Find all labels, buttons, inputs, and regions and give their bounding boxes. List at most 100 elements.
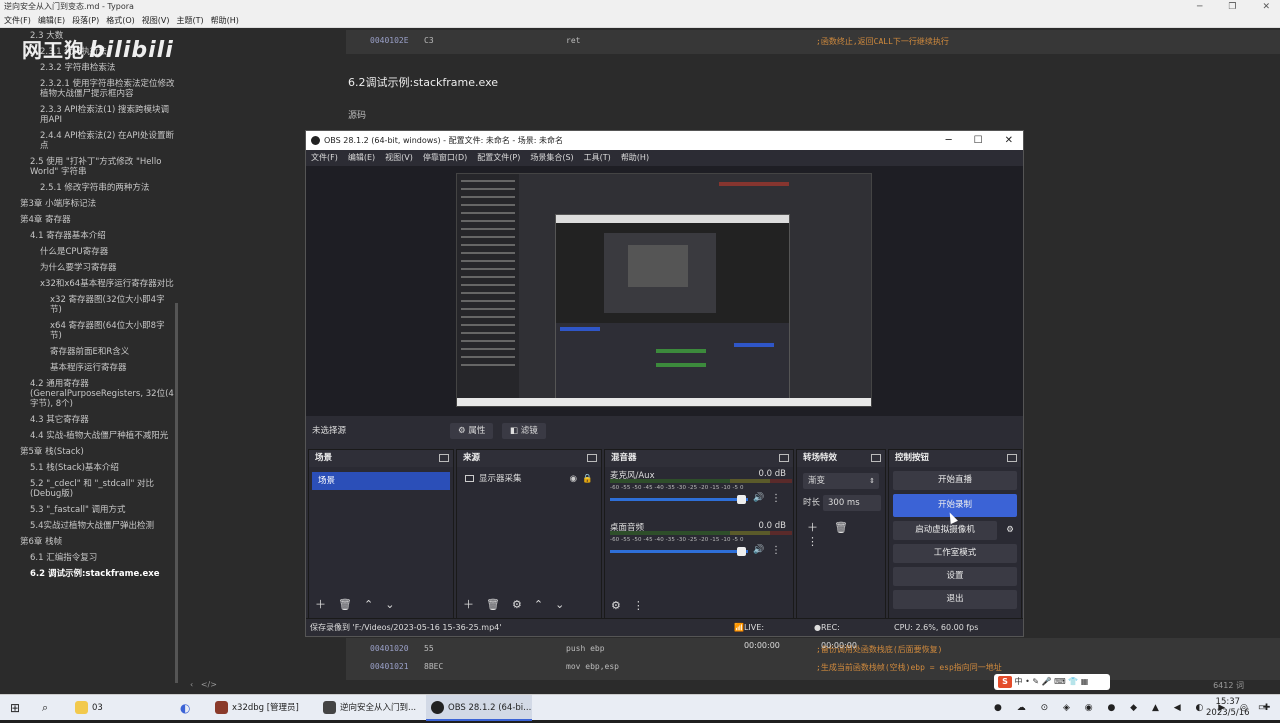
search-icon[interactable]: ⌕ <box>42 695 48 721</box>
undock-icon[interactable] <box>439 454 449 462</box>
duration-input[interactable]: 300 ms <box>823 495 881 511</box>
volume-slider-handle[interactable] <box>737 547 746 556</box>
move-up-icon[interactable]: ⌃ <box>364 598 373 611</box>
outline-item[interactable]: x32和x64基本程序运行寄存器对比 <box>0 276 180 292</box>
outline-item[interactable]: 4.3 其它寄存器 <box>0 412 180 428</box>
close-icon[interactable]: ✕ <box>1005 135 1013 146</box>
maximize-icon[interactable]: ☐ <box>974 135 983 146</box>
obs-menu-view[interactable]: 视图(V) <box>385 153 413 162</box>
minimize-icon[interactable]: ─ <box>1197 2 1202 12</box>
sidebar-toggle-icon[interactable]: ‹ </> <box>190 680 217 689</box>
transition-select[interactable]: 渐变 ⇕ <box>803 473 879 489</box>
move-down-icon[interactable]: ⌄ <box>385 598 394 611</box>
outline-item[interactable]: 2.5 使用 "打补丁"方式修改 "Hello World" 字符串 <box>0 154 180 180</box>
more-options-icon[interactable]: ⋮ <box>771 545 781 556</box>
add-icon[interactable]: ＋ <box>463 598 474 611</box>
undock-icon[interactable] <box>779 454 789 462</box>
minimize-icon[interactable]: ─ <box>946 135 952 146</box>
obs-menu-scene-collection[interactable]: 场景集合(S) <box>530 153 573 162</box>
trash-icon[interactable]: 🗑 <box>834 521 848 534</box>
outline-item[interactable]: 第3章 小端序标记法 <box>0 196 180 212</box>
outline-item[interactable]: 基本程序运行寄存器 <box>0 360 180 376</box>
menu-theme[interactable]: 主题(T) <box>176 16 203 25</box>
outline-item[interactable]: 5.3 "_fastcall" 调用方式 <box>0 502 180 518</box>
outline-item[interactable]: 5.1 栈(Stack)基本介绍 <box>0 460 180 476</box>
taskbar-app[interactable]: OBS 28.1.2 (64-bi... <box>426 695 532 721</box>
gear-icon[interactable]: ⚙ <box>1001 521 1019 540</box>
obs-menu-docks[interactable]: 停靠窗口(D) <box>423 153 467 162</box>
clock[interactable]: 15:37 2023/5/16 <box>1206 697 1250 723</box>
gear-icon[interactable]: ⚙ <box>611 599 621 612</box>
outline-item[interactable]: 6.1 汇编指令复习 <box>0 550 180 566</box>
outline-item[interactable]: 2.3.2.1 使用字符串检索法定位修改植物大战僵尸提示框内容 <box>0 76 180 102</box>
scene-item[interactable]: 场景 <box>312 472 450 490</box>
trash-icon[interactable]: 🗑 <box>338 598 352 611</box>
menu-view[interactable]: 视图(V) <box>142 16 170 25</box>
lock-icon[interactable]: 🔒 <box>582 474 593 484</box>
outline-item[interactable]: 第6章 栈帧 <box>0 534 180 550</box>
move-down-icon[interactable]: ⌄ <box>555 598 564 611</box>
edge-icon[interactable]: ◐ <box>180 695 190 721</box>
outline-item[interactable]: 2.3.3 API检索法(1) 搜索跨模块调用API <box>0 102 180 128</box>
add-icon[interactable]: ＋ <box>315 598 326 611</box>
outline-item[interactable]: 5.2 "_cdecl" 和 "_stdcall" 对比(Debug版) <box>0 476 180 502</box>
undock-icon[interactable] <box>1007 454 1017 462</box>
outline-item[interactable]: 4.1 寄存器基本介绍 <box>0 228 180 244</box>
maximize-icon[interactable]: ❐ <box>1228 2 1236 12</box>
volume-slider-handle[interactable] <box>737 495 746 504</box>
more-options-icon[interactable]: ⋮ <box>771 493 781 504</box>
menu-format[interactable]: 格式(O) <box>106 16 135 25</box>
more-options-icon[interactable]: ⋮ <box>633 599 644 612</box>
menu-paragraph[interactable]: 段落(P) <box>72 16 99 25</box>
speaker-icon[interactable]: 🔊 <box>753 545 764 555</box>
outline-item[interactable]: 什么是CPU寄存器 <box>0 244 180 260</box>
menu-file[interactable]: 文件(F) <box>4 16 31 25</box>
more-options-icon[interactable]: ⋮ <box>807 535 818 548</box>
notification-icon[interactable]: ▭ <box>1258 695 1267 721</box>
outline-item[interactable]: x64 寄存器图(64位大小即8字节) <box>0 318 180 344</box>
menu-edit[interactable]: 编辑(E) <box>38 16 65 25</box>
outline-item[interactable]: x32 寄存器图(32位大小即4字节) <box>0 292 180 318</box>
start-virtual-camera-button[interactable]: 启动虚拟摄像机 ⚙ <box>893 521 1014 540</box>
outline-item[interactable]: 第4章 寄存器 <box>0 212 180 228</box>
undock-icon[interactable] <box>587 454 597 462</box>
taskbar-app[interactable]: 逆向安全从入门到... <box>318 695 424 721</box>
word-count[interactable]: 6412 词 <box>1213 680 1244 691</box>
undock-icon[interactable] <box>871 454 881 462</box>
start-icon[interactable]: ⊞ <box>10 695 20 721</box>
obs-menu-help[interactable]: 帮助(H) <box>621 153 649 162</box>
volume-slider[interactable] <box>610 498 748 501</box>
obs-menu-tools[interactable]: 工具(T) <box>584 153 611 162</box>
exit-button[interactable]: 退出 <box>893 590 1017 609</box>
ime-toolbar[interactable]: S 中 • ✎ 🎤 ⌨ 👕 ▦ <box>994 674 1110 690</box>
settings-button[interactable]: 设置 <box>893 567 1017 586</box>
outline-item[interactable]: 4.4 实战-植物大战僵尸种植不减阳光 <box>0 428 180 444</box>
source-item[interactable]: 显示器采集 ◉ 🔒 <box>465 473 593 485</box>
start-streaming-button[interactable]: 开始直播 <box>893 471 1017 490</box>
properties-button[interactable]: ⚙ 属性 <box>450 423 494 439</box>
taskbar-folder[interactable]: 03 <box>70 695 170 721</box>
move-up-icon[interactable]: ⌃ <box>534 598 543 611</box>
gear-icon[interactable]: ⚙ <box>512 598 522 611</box>
outline-item[interactable]: 寄存器前面E和R含义 <box>0 344 180 360</box>
filters-button[interactable]: ◧ 滤镜 <box>502 423 546 439</box>
outline-item[interactable]: 为什么要学习寄存器 <box>0 260 180 276</box>
outline-item[interactable]: 2.5.1 修改字符串的两种方法 <box>0 180 180 196</box>
obs-menu-edit[interactable]: 编辑(E) <box>348 153 375 162</box>
close-icon[interactable]: ✕ <box>1262 2 1270 12</box>
eye-icon[interactable]: ◉ <box>570 474 577 484</box>
menu-help[interactable]: 帮助(H) <box>211 16 239 25</box>
outline-item[interactable]: 6.2 调试示例:stackframe.exe <box>0 566 180 582</box>
outline-item[interactable]: 5.4实战过植物大战僵尸弹出检测 <box>0 518 180 534</box>
outline-scrollbar[interactable] <box>175 303 178 683</box>
add-icon[interactable]: ＋ <box>807 521 818 534</box>
outline-item[interactable]: 2.4.4 API检索法(2) 在API处设置断点 <box>0 128 180 154</box>
outline-item[interactable]: 第5章 栈(Stack) <box>0 444 180 460</box>
preview-canvas[interactable] <box>456 173 872 407</box>
studio-mode-button[interactable]: 工作室模式 <box>893 544 1017 563</box>
trash-icon[interactable]: 🗑 <box>486 598 500 611</box>
obs-menu-file[interactable]: 文件(F) <box>311 153 338 162</box>
volume-slider[interactable] <box>610 550 748 553</box>
obs-menu-profile[interactable]: 配置文件(P) <box>477 153 520 162</box>
preview-area[interactable] <box>306 166 1023 416</box>
